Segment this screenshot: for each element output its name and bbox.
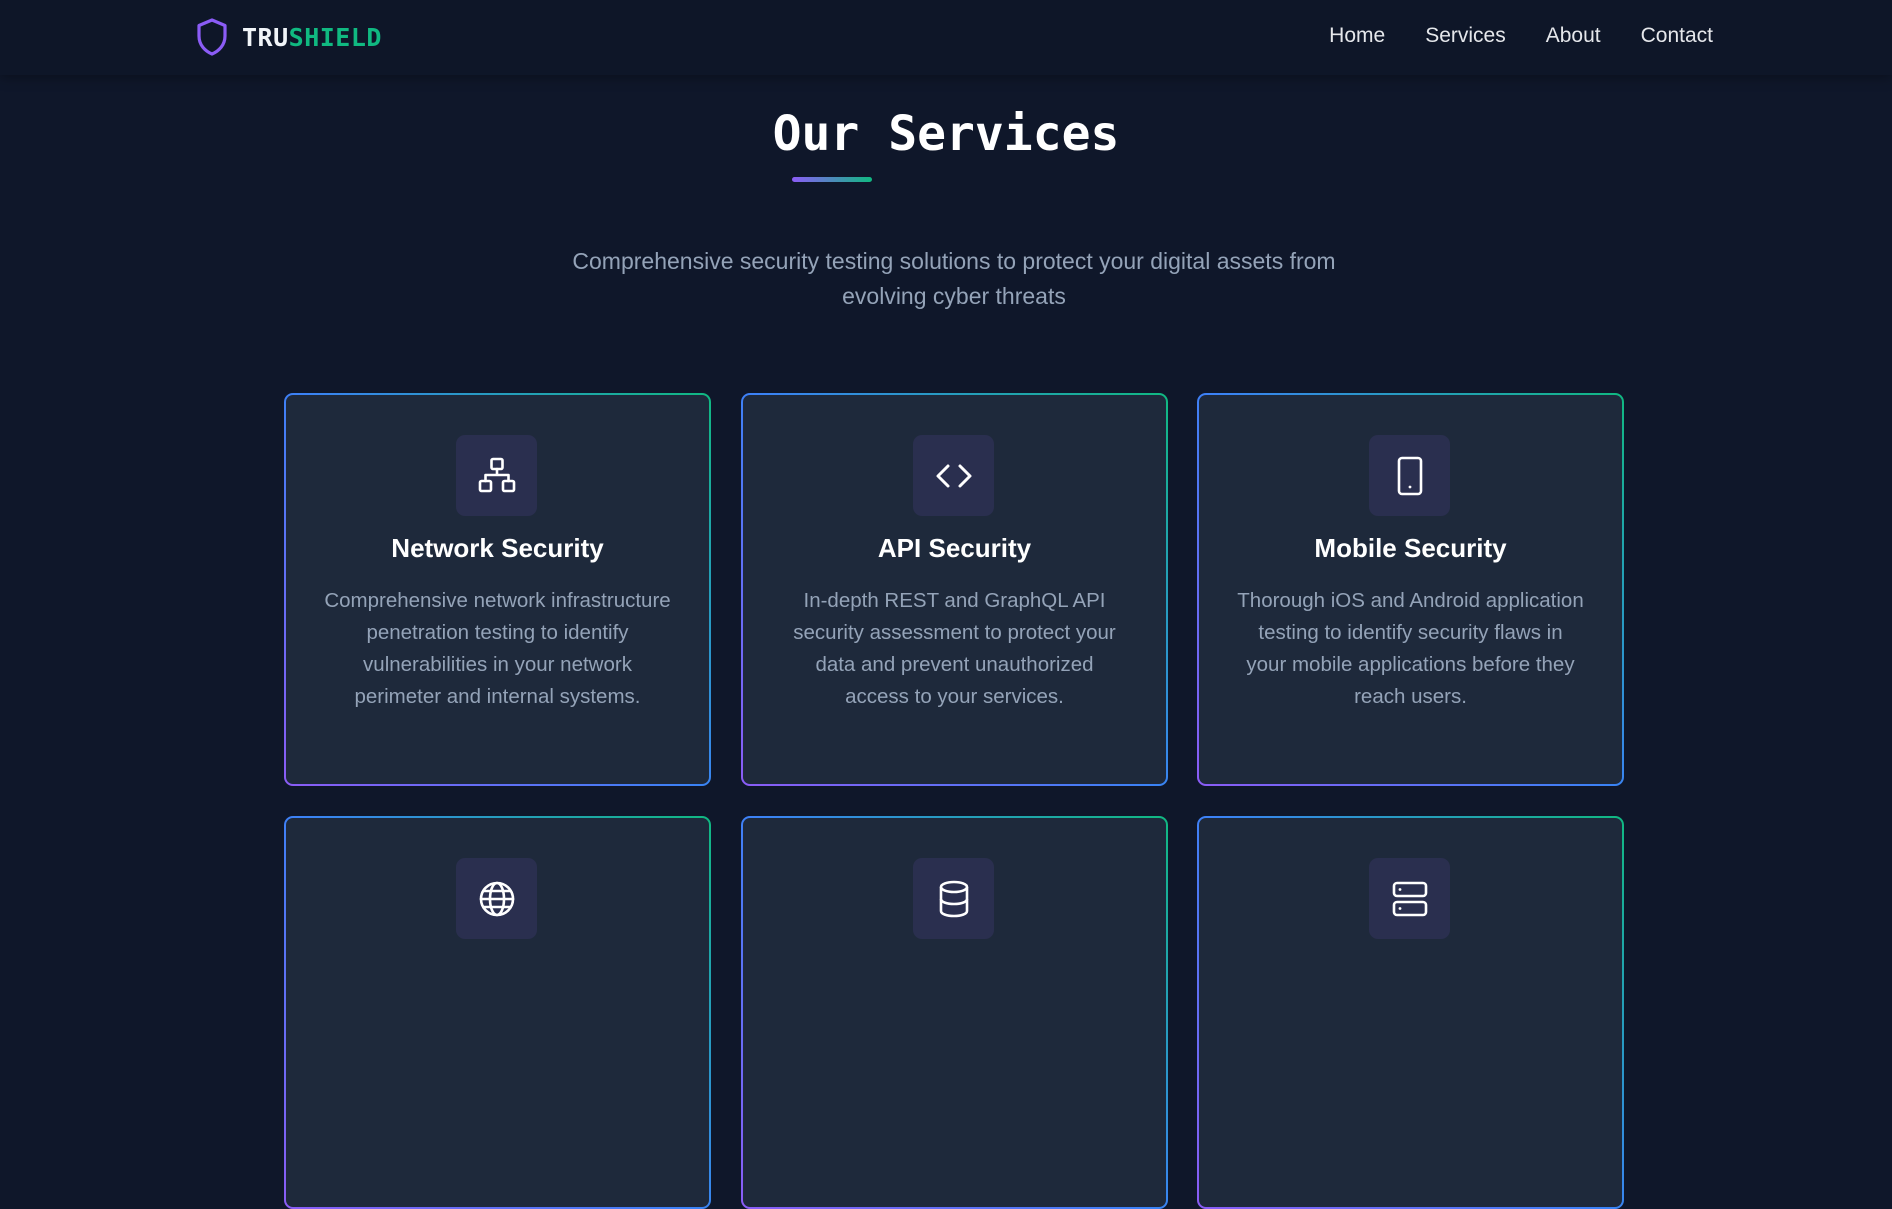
network-icon	[456, 435, 537, 516]
code-icon	[913, 435, 994, 516]
card-description: Thorough iOS and Android application tes…	[1237, 589, 1584, 708]
service-card-6[interactable]	[1197, 816, 1624, 1209]
card-description: Comprehensive network infrastructure pen…	[324, 589, 671, 708]
card-body: API Security In-depth REST and GraphQL A…	[743, 395, 1166, 784]
card-body	[743, 818, 1166, 1207]
card-body: Network Security Comprehensive network i…	[286, 395, 709, 784]
card-body	[1199, 818, 1622, 1207]
card-title: API Security	[877, 533, 1032, 563]
brand-logo[interactable]: TRUSHIELD	[196, 17, 382, 57]
card-body	[286, 818, 709, 1207]
brand-name-suffix: SHIELD	[288, 22, 382, 52]
brand-name: TRUSHIELD	[242, 23, 382, 52]
globe-icon	[456, 858, 537, 939]
shield-icon	[196, 17, 230, 57]
nav-link-contact[interactable]: Contact	[1641, 24, 1713, 48]
card-title: Mobile Security	[1314, 533, 1507, 563]
brand-name-prefix: TRU	[242, 22, 289, 52]
nav-links: Home Services About Contact	[1329, 20, 1713, 52]
card-title: Network Security	[391, 533, 604, 563]
mobile-icon	[1369, 435, 1450, 516]
service-card-api-security[interactable]: API Security In-depth REST and GraphQL A…	[741, 393, 1168, 786]
navbar: TRUSHIELD Home Services About Contact	[0, 0, 1892, 75]
database-icon	[913, 858, 994, 939]
nav-link-home[interactable]: Home	[1329, 24, 1385, 48]
section-subtitle: Comprehensive security testing solutions…	[572, 248, 1336, 309]
service-card-mobile-security[interactable]: Mobile Security Thorough iOS and Android…	[1197, 393, 1624, 786]
service-card-4[interactable]	[284, 816, 711, 1209]
section-title: Our Services	[772, 106, 1120, 162]
server-icon	[1369, 858, 1450, 939]
service-card-5[interactable]	[741, 816, 1168, 1209]
card-description: In-depth REST and GraphQL API security a…	[793, 589, 1116, 708]
nav-link-about[interactable]: About	[1546, 24, 1601, 48]
title-underline	[792, 177, 872, 182]
nav-link-services[interactable]: Services	[1425, 24, 1506, 48]
card-body: Mobile Security Thorough iOS and Android…	[1199, 395, 1622, 784]
service-card-network-security[interactable]: Network Security Comprehensive network i…	[284, 393, 711, 786]
